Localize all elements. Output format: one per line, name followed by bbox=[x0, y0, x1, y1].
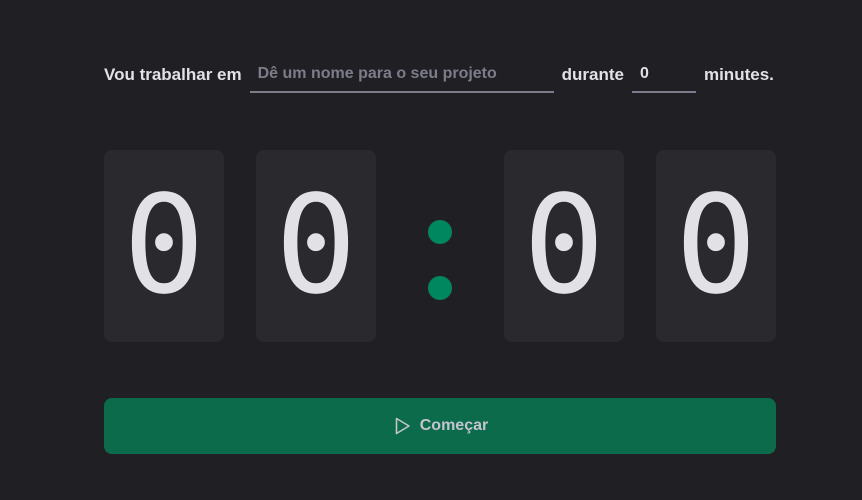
task-form: Vou trabalhar em durante minutes. bbox=[104, 56, 776, 94]
countdown-separator bbox=[416, 150, 464, 342]
countdown-minutes-tens: 0 bbox=[104, 150, 224, 342]
start-button-label: Começar bbox=[419, 417, 489, 434]
task-name-input[interactable] bbox=[249, 57, 554, 93]
start-button[interactable]: Começar bbox=[104, 398, 776, 454]
play-icon bbox=[392, 416, 412, 436]
minutes-label: minutes. bbox=[703, 65, 774, 84]
separator-dot-top bbox=[428, 220, 452, 244]
working-on-label: Vou trabalhar em bbox=[104, 65, 242, 84]
countdown-seconds-ones: 0 bbox=[656, 150, 776, 342]
during-label: durante bbox=[561, 65, 624, 84]
countdown-minutes-ones: 0 bbox=[256, 150, 376, 342]
separator-dot-bottom bbox=[428, 276, 452, 300]
countdown-seconds-tens: 0 bbox=[504, 150, 624, 342]
minutes-amount-input[interactable] bbox=[631, 57, 696, 93]
